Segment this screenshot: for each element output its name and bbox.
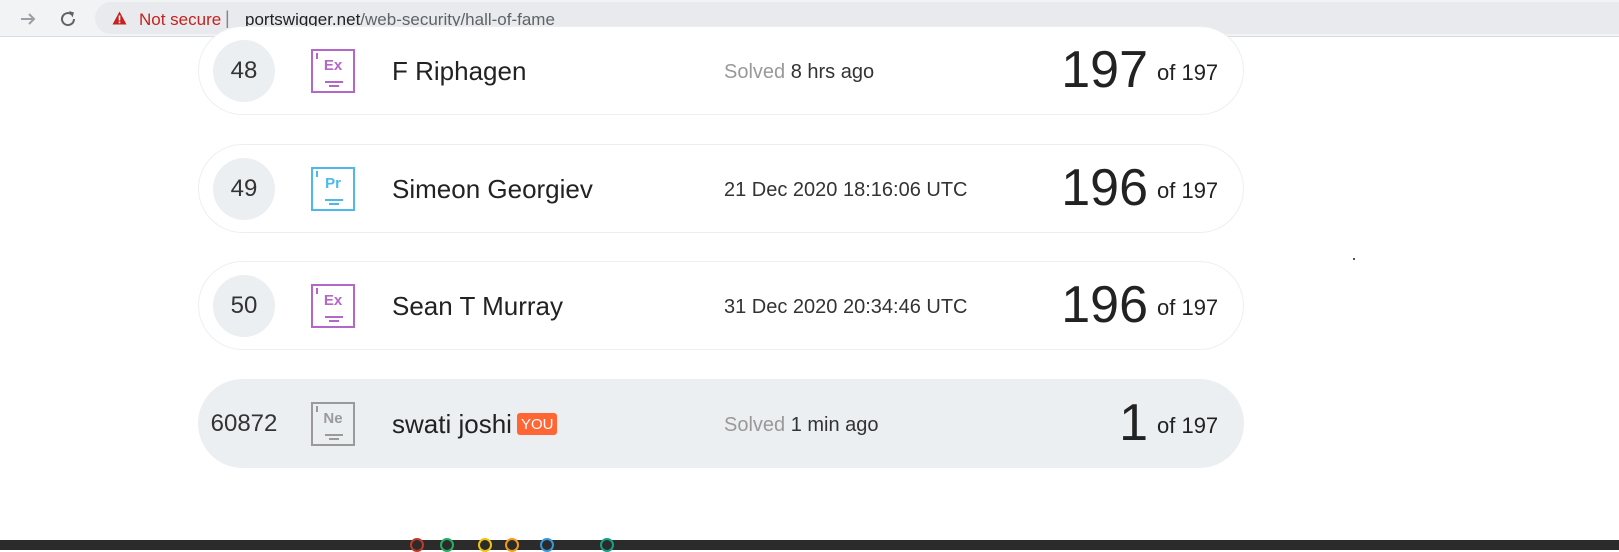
score-total: of 197	[1157, 295, 1219, 320]
leaderboard-row: 50 Ex Sean T Murray 31 Dec 2020 20:34:46…	[198, 261, 1244, 350]
footer-strip	[0, 538, 1619, 552]
rank-number: 60872	[210, 410, 278, 437]
reload-icon	[61, 11, 76, 27]
user-name: Sean T Murray	[392, 291, 564, 321]
expert-level-badge-icon: Ex	[311, 49, 355, 93]
url-separator: |	[225, 8, 230, 28]
user-name: Simeon Georgiev	[392, 174, 593, 204]
user-name: swati joshi YOU	[392, 409, 558, 440]
score-value: 196	[1061, 276, 1148, 334]
score-total: of 197	[1157, 60, 1219, 85]
stray-dot	[1353, 258, 1355, 260]
solved-time: Solved 1 min ago	[724, 414, 879, 436]
reload-button[interactable]	[55, 6, 81, 32]
score-value: 197	[1061, 41, 1148, 99]
rank-number: 50	[213, 275, 275, 337]
arrow-right-icon	[21, 13, 36, 25]
rank-number: 48	[213, 40, 275, 102]
you-badge: YOU	[516, 413, 558, 435]
practitioner-level-badge-icon: Pr	[311, 167, 355, 211]
forward-button[interactable]	[15, 6, 41, 32]
score-value: 196	[1061, 159, 1148, 217]
rank-number: 49	[213, 158, 275, 220]
score-total: of 197	[1157, 413, 1219, 438]
solved-time: 31 Dec 2020 20:34:46 UTC	[724, 296, 968, 318]
score-value: 1	[1119, 394, 1148, 452]
newcomer-level-badge-icon: Ne	[311, 402, 355, 446]
solved-time: Solved 8 hrs ago	[724, 61, 875, 83]
leaderboard-row: 48 Ex F Riphagen Solved 8 hrs ago 197 of…	[198, 26, 1244, 115]
security-status-label[interactable]: Not secure	[139, 10, 221, 30]
user-name: F Riphagen	[392, 56, 527, 86]
solved-time: 21 Dec 2020 18:16:06 UTC	[724, 179, 968, 201]
expert-level-badge-icon: Ex	[311, 284, 355, 328]
warning-icon	[112, 11, 127, 25]
leaderboard-row: 49 Pr Simeon Georgiev 21 Dec 2020 18:16:…	[198, 144, 1244, 233]
score-total: of 197	[1157, 178, 1219, 203]
current-user-row: 60872 Ne swati joshi YOU Solved 1 min ago…	[198, 379, 1244, 468]
